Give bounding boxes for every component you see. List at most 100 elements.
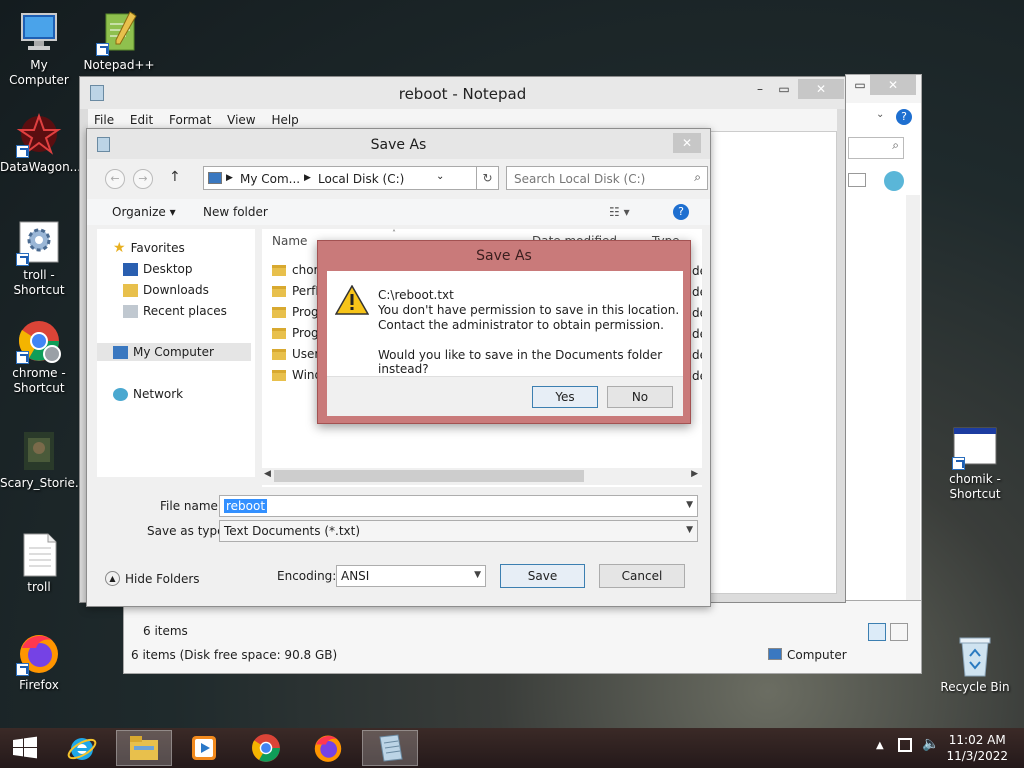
network-tray-icon[interactable]: [898, 738, 912, 752]
downloads-folder-icon: [123, 283, 138, 297]
nav-my-computer[interactable]: My Computer: [97, 343, 251, 361]
menu-edit[interactable]: Edit: [124, 109, 159, 127]
back-arrow-icon[interactable]: ←: [105, 169, 125, 189]
vertical-scrollbar[interactable]: [906, 195, 920, 655]
system-clock[interactable]: 11:02 AM 11/3/2022: [946, 732, 1008, 764]
search-icon[interactable]: ⌕: [848, 137, 904, 159]
start-button[interactable]: [0, 730, 50, 766]
desktop-icon-chrome-shortcut[interactable]: chrome - Shortcut: [0, 318, 78, 396]
chevron-down-icon[interactable]: ⌄: [436, 171, 444, 182]
maximize-button[interactable]: ▭: [770, 79, 798, 99]
folder-icon: [272, 348, 286, 360]
yes-button[interactable]: Yes: [532, 386, 598, 408]
view-options-icon[interactable]: ☷ ▾: [609, 205, 630, 219]
column-header-name[interactable]: Name: [272, 234, 307, 248]
taskbar-ie[interactable]: [54, 730, 110, 766]
close-button[interactable]: ✕: [673, 133, 701, 153]
shortcut-arrow-icon: [96, 43, 109, 56]
desktop-icon-recycle-bin[interactable]: Recycle Bin: [936, 632, 1014, 695]
desktop-icon-troll-shortcut[interactable]: troll - Shortcut: [0, 220, 78, 298]
desktop-icon-troll[interactable]: troll: [0, 532, 78, 595]
nav-network[interactable]: Network: [113, 385, 183, 403]
hide-folders-toggle[interactable]: ▲ Hide Folders: [105, 571, 200, 586]
taskbar-file-explorer[interactable]: [116, 730, 172, 766]
taskbar-chrome[interactable]: [238, 730, 294, 766]
new-folder-button[interactable]: New folder: [203, 205, 268, 219]
desktop-icon-scary-stories[interactable]: Scary_Storie...: [0, 428, 86, 491]
show-hidden-icons-icon[interactable]: ▲: [876, 740, 884, 751]
organize-button[interactable]: Organize ▾: [112, 205, 176, 219]
message-path: C:\reboot.txt: [378, 288, 454, 302]
clock-time: 11:02 AM: [948, 733, 1006, 747]
file-row[interactable]: Prog: [272, 303, 319, 321]
view-toggle-icon[interactable]: [848, 173, 866, 187]
menu-format[interactable]: Format: [163, 109, 217, 127]
desktop-icon-firefox[interactable]: Firefox: [0, 630, 78, 693]
menu-file[interactable]: File: [88, 109, 120, 127]
close-button[interactable]: ✕: [870, 75, 916, 95]
breadcrumb-local-disk[interactable]: Local Disk (C:): [318, 172, 404, 186]
details-view-icon[interactable]: [868, 623, 886, 641]
desktop-icon-notepadpp[interactable]: Notepad++: [80, 10, 158, 73]
save-as-type-select[interactable]: Text Documents (*.txt) ▼: [219, 520, 698, 542]
nav-recent-places[interactable]: Recent places: [123, 302, 227, 320]
menu-view[interactable]: View: [221, 109, 261, 127]
taskbar-notepad[interactable]: [362, 730, 418, 766]
save-button[interactable]: Save: [500, 564, 585, 588]
forward-arrow-icon[interactable]: →: [133, 169, 153, 189]
star-icon: ★: [113, 240, 126, 256]
encoding-select[interactable]: ANSI ▼: [336, 565, 486, 587]
chevron-down-icon[interactable]: ▼: [474, 570, 481, 580]
taskbar-media-player[interactable]: [176, 730, 232, 766]
file-name-input[interactable]: reboot ▼: [219, 495, 698, 517]
nav-favorites[interactable]: ★ Favorites: [113, 239, 185, 257]
permission-message-box[interactable]: Save As C:\reboot.txt You don't have per…: [317, 240, 691, 424]
save-as-titlebar[interactable]: Save As ✕: [87, 129, 710, 159]
notepad-icon: [379, 734, 403, 762]
file-row[interactable]: chor: [272, 261, 318, 279]
large-icons-view-icon[interactable]: [890, 623, 908, 641]
text-file-icon: [16, 532, 62, 578]
close-button[interactable]: ✕: [798, 79, 844, 99]
address-bar[interactable]: ▶ My Com... ▶ Local Disk (C:) ⌄: [203, 166, 477, 190]
no-button[interactable]: No: [607, 386, 673, 408]
chevron-down-icon[interactable]: ▼: [686, 500, 693, 510]
message-line-2: Contact the administrator to obtain perm…: [378, 318, 664, 332]
breadcrumb-my-computer[interactable]: My Com...: [240, 172, 300, 186]
nav-favorites-label: Favorites: [130, 241, 185, 255]
desktop-icon-my-computer[interactable]: My Computer: [0, 10, 78, 88]
explorer-item-count: 6 items: [143, 624, 188, 638]
scrollbar-thumb[interactable]: [274, 470, 584, 482]
shortcut-arrow-icon: [16, 663, 29, 676]
file-row[interactable]: Wind: [272, 366, 322, 384]
help-icon[interactable]: ?: [673, 204, 689, 220]
menu-help[interactable]: Help: [265, 109, 304, 127]
chevron-down-icon[interactable]: ▼: [686, 525, 693, 535]
desktop-icon-datawagon[interactable]: DataWagon...: [0, 112, 81, 175]
nav-downloads[interactable]: Downloads: [123, 281, 209, 299]
firefox-icon: [16, 630, 62, 676]
chevron-down-icon[interactable]: ⌄: [876, 109, 884, 120]
nav-desktop[interactable]: Desktop: [123, 260, 193, 278]
file-row[interactable]: Prog: [272, 324, 319, 342]
cancel-button[interactable]: Cancel: [599, 564, 685, 588]
scroll-right-icon[interactable]: ▶: [691, 469, 698, 479]
explorer-window[interactable]: ▭ ✕ ? ⌄ ⌕: [845, 74, 922, 674]
up-arrow-icon[interactable]: ↑: [169, 169, 181, 185]
taskbar-firefox[interactable]: [300, 730, 356, 766]
search-input[interactable]: Search Local Disk (C:) ⌕: [506, 166, 708, 190]
notepad-titlebar[interactable]: reboot - Notepad – ▭ ✕: [80, 77, 845, 109]
computer-small-icon: [113, 345, 128, 359]
horizontal-scrollbar[interactable]: ◀ ▶: [262, 468, 702, 485]
scroll-left-icon[interactable]: ◀: [264, 469, 271, 479]
refresh-icon[interactable]: ↻: [477, 166, 499, 190]
desktop-icon-chomik-shortcut[interactable]: chomik - Shortcut: [936, 424, 1014, 502]
help-icon[interactable]: ?: [896, 109, 912, 125]
search-icon[interactable]: ⌕: [694, 170, 701, 185]
clock-date: 11/3/2022: [946, 749, 1008, 763]
file-row[interactable]: PerfL: [272, 282, 322, 300]
file-name: chor: [292, 263, 319, 277]
message-box-footer: Yes No: [327, 376, 683, 416]
folder-icon: [272, 264, 286, 276]
volume-icon[interactable]: 🔈: [922, 736, 939, 752]
